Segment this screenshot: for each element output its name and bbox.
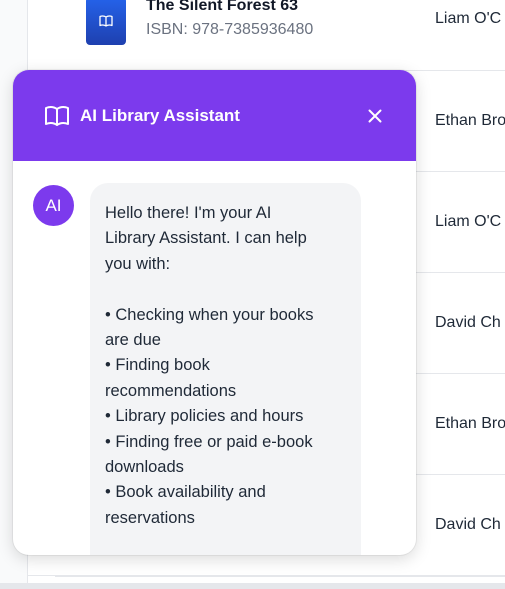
book-open-icon	[45, 105, 69, 126]
author-cell: Liam O'C	[435, 212, 502, 230]
author-cell: David Ch	[435, 515, 501, 533]
book-icon	[99, 15, 113, 27]
book-isbn: ISBN: 978-7385936480	[146, 21, 314, 38]
close-button[interactable]	[364, 105, 386, 127]
assistant-message: Hello there! I'm your AI Library Assista…	[90, 183, 361, 555]
author-cell: David Ch	[435, 313, 501, 331]
book-title[interactable]: The Silent Forest 63	[146, 0, 298, 15]
table-row[interactable]: The Silent Forest 63 ISBN: 978-738593648…	[28, 0, 505, 71]
chat-messages[interactable]: AI Hello there! I'm your AI Library Assi…	[13, 161, 416, 555]
close-icon	[368, 109, 382, 122]
author-cell: Ethan Bro	[435, 111, 505, 129]
horizontal-scrollbar[interactable]	[0, 583, 505, 589]
assistant-avatar: AI	[33, 185, 74, 226]
author-cell: Liam O'C	[435, 10, 502, 27]
divider	[55, 576, 505, 577]
chat-title: AI Library Assistant	[80, 105, 240, 125]
author-cell: Ethan Bro	[435, 414, 505, 432]
chat-header: AI Library Assistant	[13, 70, 416, 161]
book-cover	[86, 0, 126, 45]
ai-assistant-panel: AI Library Assistant AI Hello there! I'm…	[13, 70, 416, 555]
